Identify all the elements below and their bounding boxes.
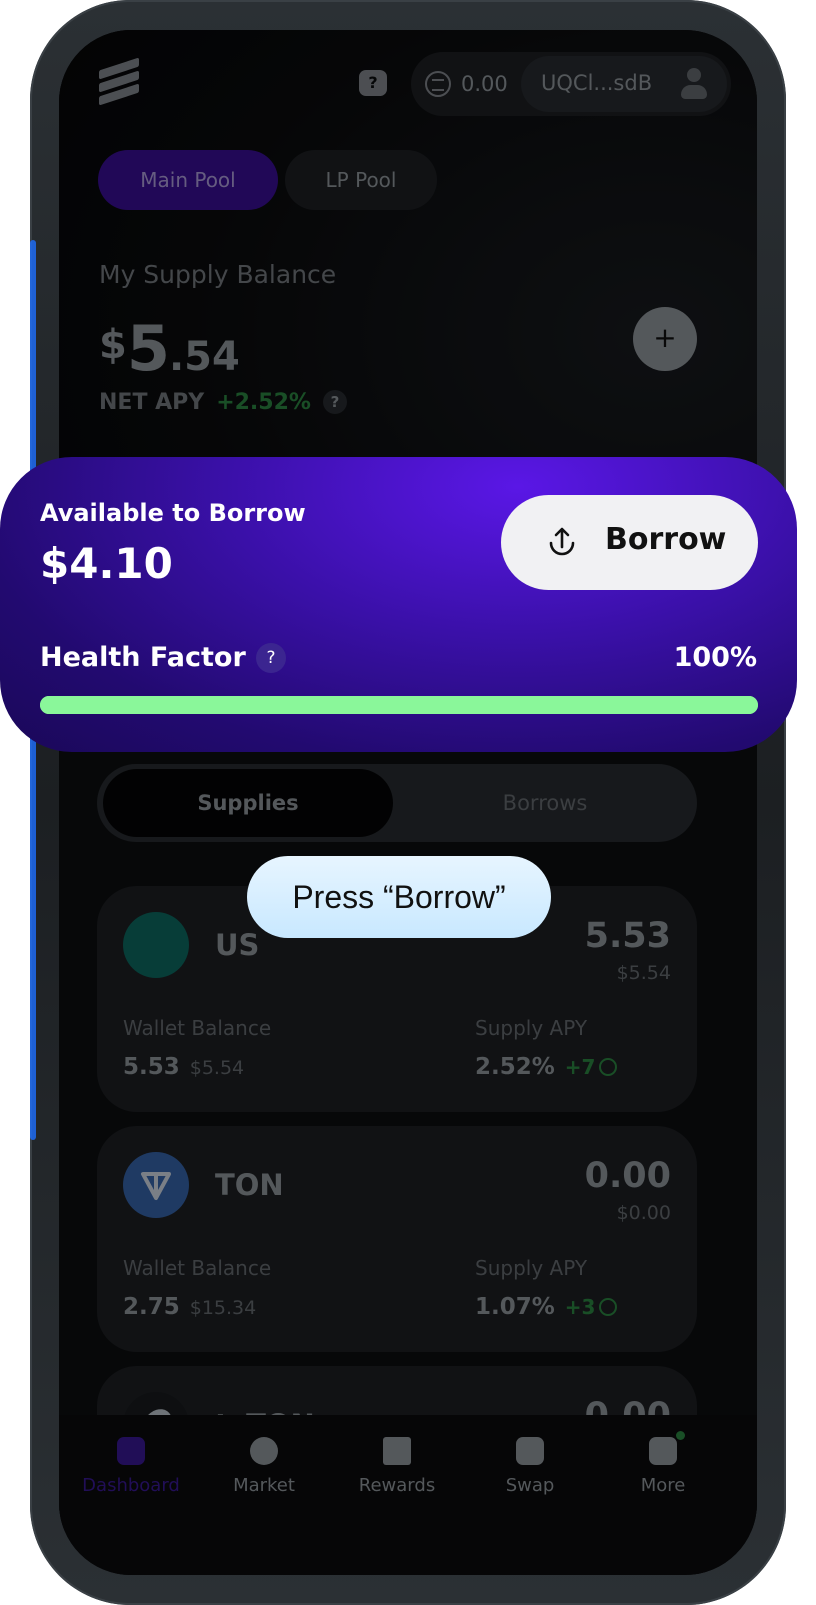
nav-label: Swap [505, 1475, 555, 1496]
available-to-borrow-value: $4.10 [40, 539, 173, 588]
health-factor-bar [40, 696, 758, 714]
reward-amount: +3 [564, 1295, 596, 1319]
net-apy-row: NET APY +2.52%? [99, 390, 347, 415]
bottom-nav: Dashboard Market Rewards Swap More [59, 1415, 757, 1575]
ton-icon [123, 1152, 189, 1218]
nav-rewards[interactable]: Rewards [337, 1437, 457, 1496]
asset-amount: 0.00 [584, 1156, 671, 1196]
net-apy-help-icon[interactable]: ? [322, 390, 347, 414]
asset-usd: $5.54 [616, 962, 671, 984]
nav-dashboard[interactable]: Dashboard [71, 1437, 191, 1496]
net-apy-label: NET APY [99, 390, 205, 415]
asset-name: US [215, 928, 260, 962]
wallet-balance-label: Wallet Balance [123, 1016, 272, 1040]
supply-balance-value: $5.54 [99, 312, 240, 385]
asset-name: TON [215, 1168, 284, 1202]
app-logo-icon [99, 57, 143, 106]
supplies-borrows-toggle: Supplies Borrows [97, 764, 697, 842]
borrow-button-label: Borrow [605, 522, 727, 557]
wallet-balance-value: 2.75 $15.34 [123, 1294, 256, 1320]
supply-apy-value: 1.07% +3 [475, 1294, 618, 1320]
wallet-amount: 2.75 [123, 1294, 180, 1320]
supply-whole: 5 [126, 312, 170, 385]
segment-borrows[interactable]: Borrows [397, 769, 693, 837]
asset-amount: 5.53 [584, 916, 671, 956]
market-icon [250, 1437, 278, 1465]
supply-apy-label: Supply APY [475, 1256, 588, 1280]
wallet-balance: 0.00 [461, 72, 508, 96]
wallet-usd: $15.34 [189, 1297, 257, 1319]
app-screen: ? 0.00 UQCl...sdB Main Pool LP Pool My S… [59, 30, 757, 1575]
upload-icon [549, 527, 575, 556]
wallet-balance-value: 5.53 $5.54 [123, 1054, 244, 1080]
apy-percent: 2.52% [475, 1054, 555, 1080]
nav-swap[interactable]: Swap [470, 1437, 590, 1496]
nav-more[interactable]: More [603, 1431, 723, 1496]
instruction-tooltip: Press “Borrow” [247, 856, 551, 938]
available-to-borrow-label: Available to Borrow [40, 499, 306, 527]
nav-label: Rewards [358, 1475, 436, 1496]
apy-percent: 1.07% [475, 1294, 555, 1320]
segment-supplies[interactable]: Supplies [103, 769, 393, 837]
nav-label: More [640, 1475, 686, 1496]
health-factor-bar-fill [40, 696, 758, 714]
tether-icon [123, 912, 189, 978]
coin-icon [425, 71, 451, 97]
crown-icon [383, 1437, 411, 1465]
wallet-balance-label: Wallet Balance [123, 1256, 272, 1280]
wallet-address: UQCl...sdB [541, 71, 653, 95]
wallet-pill[interactable]: 0.00 UQCl...sdB [411, 52, 731, 116]
currency-symbol: $ [99, 322, 127, 368]
nav-label: Market [233, 1475, 295, 1496]
notification-dot [676, 1431, 685, 1440]
home-icon [117, 1437, 145, 1465]
health-factor-help-icon[interactable]: ? [256, 643, 286, 673]
supply-decimal: .54 [168, 334, 240, 380]
user-icon [679, 68, 709, 102]
reward-amount: +7 [564, 1055, 596, 1079]
borrow-button[interactable]: Borrow [501, 495, 758, 590]
health-factor-value: 100% [673, 642, 757, 673]
add-supply-button[interactable]: + [633, 307, 697, 371]
borrow-card: Available to Borrow $4.10 Borrow Health … [0, 457, 797, 752]
help-chat-icon[interactable]: ? [359, 70, 387, 96]
supply-balance-label: My Supply Balance [99, 260, 337, 289]
supply-apy-label: Supply APY [475, 1016, 588, 1040]
wallet-amount: 5.53 [123, 1054, 180, 1080]
reward-coin-icon [599, 1058, 618, 1076]
wallet-usd: $5.54 [189, 1057, 245, 1079]
tab-main-pool[interactable]: Main Pool [98, 150, 278, 210]
health-factor-label: Health Factor [40, 642, 246, 673]
reward-coin-icon [599, 1298, 618, 1316]
net-apy-value: +2.52% [216, 390, 311, 415]
asset-usd: $0.00 [616, 1202, 671, 1224]
nav-label: Dashboard [82, 1475, 180, 1496]
swap-icon [516, 1437, 544, 1465]
tab-lp-pool[interactable]: LP Pool [285, 150, 437, 210]
menu-icon [649, 1431, 685, 1465]
supply-apy-value: 2.52% +7 [475, 1054, 618, 1080]
address-button[interactable]: UQCl...sdB [521, 56, 727, 112]
nav-market[interactable]: Market [204, 1437, 324, 1496]
asset-card-ton[interactable]: TON 0.00 $0.00 Wallet Balance 2.75 $15.34… [97, 1126, 697, 1352]
